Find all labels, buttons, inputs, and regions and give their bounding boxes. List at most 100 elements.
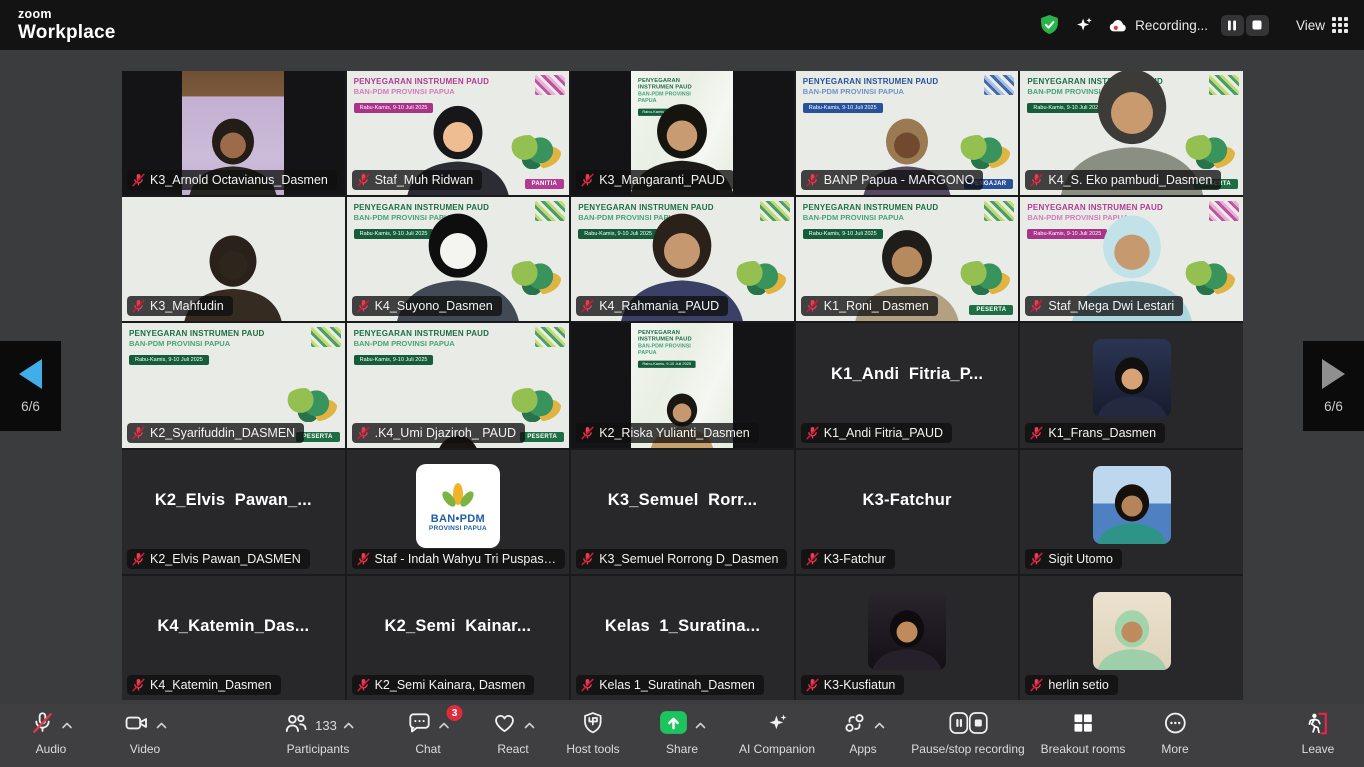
participant-tile[interactable]: K2_Semi Kainar... K2_Semi Kainara, Dasme… (347, 576, 570, 700)
stop-recording-button[interactable] (1246, 15, 1269, 36)
participant-tile[interactable]: K1_Frans_Dasmen (1020, 323, 1243, 447)
previous-page-button[interactable]: 6/6 (0, 341, 61, 431)
virtual-background-banner: PENYEGARAN INSTRUMEN PAUD BAN-PDM PROVIN… (803, 77, 939, 114)
participant-tile[interactable]: K1_Andi Fitria_P... K1_Andi Fitria_PAUD (796, 323, 1019, 447)
toolbar-share-button[interactable]: Share (658, 711, 706, 756)
participant-tile[interactable]: BAN•PDM PROVINSI PAPUA Staf - Indah Wahy… (347, 450, 570, 574)
toolbar-host-tools-button[interactable]: Host tools (566, 711, 619, 756)
zoom-workplace-logo: zoom Workplace (18, 8, 116, 42)
muted-mic-icon (1030, 552, 1043, 566)
participant-tile[interactable]: K4_Katemin_Das... K4_Katemin_Dasmen (122, 576, 345, 700)
chevron-up-icon[interactable] (874, 722, 885, 729)
toolbar-more-button[interactable]: More (1161, 711, 1188, 756)
participant-tile[interactable]: PENYEGARAN INSTRUMEN PAUD BAN-PDM PROVIN… (1020, 71, 1243, 195)
toolbar-video-button[interactable]: Video (123, 711, 167, 756)
chevron-up-icon[interactable] (156, 722, 167, 729)
participant-display-name: K3_Semuel Rorr... (571, 450, 794, 552)
muted-mic-icon (357, 552, 370, 566)
participant-name-pill: Staf - Indah Wahyu Tri Puspasari (352, 549, 566, 569)
chevron-up-icon[interactable] (695, 722, 706, 729)
participant-tile[interactable]: PENYEGARAN INSTRUMEN PAUD BAN-PDM PROVIN… (122, 323, 345, 447)
participant-silhouette (1093, 351, 1171, 417)
participant-tile[interactable]: PENYEGARAN INSTRUMEN PAUD BAN-PDM PROVIN… (571, 197, 794, 321)
muted-mic-icon (357, 678, 370, 692)
participant-name-label: .K4_Umi Djaziroh_ PAUD (375, 426, 516, 440)
participant-display-name: K2_Semi Kainar... (347, 576, 570, 678)
toolbar-pause-stop-recording-button[interactable]: Pause/stop recording (911, 711, 1024, 756)
participant-tile[interactable]: PENYEGARAN INSTRUMEN PAUD BAN-PDM PROVIN… (796, 197, 1019, 321)
toolbar-leave-button[interactable]: Leave (1302, 711, 1335, 756)
toolbar-apps-button[interactable]: Apps (841, 711, 885, 756)
papua-map-graphic (285, 388, 337, 422)
virtual-background-banner: PENYEGARAN INSTRUMEN PAUD BAN-PDM PROVIN… (354, 329, 490, 366)
participant-tile[interactable]: Sigit Utomo (1020, 450, 1243, 574)
participant-tile[interactable]: PENYEGARAN INSTRUMEN PAUD BAN-PDM PROVIN… (571, 323, 794, 447)
chevron-up-icon[interactable] (62, 722, 73, 729)
banner-corner-decoration (535, 327, 565, 347)
next-page-button[interactable]: 6/6 (1303, 341, 1364, 431)
logo-line2: PROVINSI PAPUA (429, 525, 487, 532)
participant-name-pill: K3_Mangaranti_PAUD (576, 170, 734, 190)
participant-tile[interactable]: PENYEGARAN INSTRUMEN PAUD BAN-PDM PROVIN… (347, 71, 570, 195)
toolbar-chat-button[interactable]: 3Chat (407, 711, 450, 756)
next-page-arrow-icon (1322, 359, 1345, 389)
toolbar-react-button[interactable]: React (491, 711, 535, 756)
participant-name-label: K2_Elvis Pawan_DASMEN (150, 552, 301, 566)
participant-name-label: herlin setio (1048, 678, 1108, 692)
chevron-up-icon[interactable] (524, 722, 535, 729)
participant-tile[interactable]: Kelas 1_Suratina... Kelas 1_Suratinah_Da… (571, 576, 794, 700)
participants-count: 133 (315, 718, 337, 733)
heart-icon (491, 710, 518, 741)
participant-tile[interactable]: PENYEGARAN INSTRUMEN PAUD BAN-PDM PROVIN… (796, 71, 1019, 195)
participant-name-pill: K3_Semuel Rorrong D_Dasmen (576, 549, 787, 569)
participant-name-label: Staf_Muh Ridwan (375, 173, 474, 187)
virtual-background-banner: PENYEGARAN INSTRUMEN PAUD BAN-PDM PROVIN… (129, 329, 265, 366)
toolbar-button-label: Participants (287, 742, 350, 756)
participant-tile[interactable]: K3_Arnold Octavianus_Dasmen (122, 71, 345, 195)
participant-name-label: K4_Suyono_Dasmen (375, 299, 493, 313)
participant-name-label: K3_Arnold Octavianus_Dasmen (150, 173, 328, 187)
participant-tile[interactable]: PENYEGARAN INSTRUMEN PAUD BAN-PDM PROVIN… (347, 197, 570, 321)
security-shield-icon[interactable] (1039, 14, 1060, 36)
participant-tile[interactable]: PENYEGARAN INSTRUMEN PAUD BAN-PDM PROVIN… (571, 71, 794, 195)
participant-name-label: K4_S. Eko pambudi_Dasmen (1048, 173, 1212, 187)
participant-name-pill: Kelas 1_Suratinah_Dasmen (576, 675, 764, 695)
participant-tile[interactable]: herlin setio (1020, 576, 1243, 700)
participant-tile[interactable]: K3_Semuel Rorr... K3_Semuel Rorrong D_Da… (571, 450, 794, 574)
participant-display-name: K1_Andi Fitria_P... (796, 323, 1019, 425)
participant-tile[interactable]: K3-Kusfiatun (796, 576, 1019, 700)
muted-mic-icon (132, 299, 145, 313)
toolbar-ai-companion-button[interactable]: AI Companion (739, 711, 815, 756)
virtual-background-banner: PENYEGARAN INSTRUMEN PAUD BAN-PDM PROVIN… (638, 329, 706, 369)
muted-mic-icon (581, 426, 594, 440)
leave-icon (1304, 710, 1332, 741)
muted-mic-icon (132, 552, 145, 566)
chevron-up-icon[interactable] (343, 722, 354, 729)
banner-corner-decoration (984, 75, 1014, 95)
participant-tile[interactable]: PENYEGARAN INSTRUMEN PAUD BAN-PDM PROVIN… (347, 323, 570, 447)
participant-name-label: Staf - Indah Wahyu Tri Puspasari (375, 552, 557, 566)
pause-recording-button[interactable] (1221, 15, 1244, 36)
participant-tile[interactable]: PENYEGARAN INSTRUMEN PAUD BAN-PDM PROVIN… (1020, 197, 1243, 321)
toolbar-participants-button[interactable]: 133 Participants (282, 711, 354, 756)
recording-cloud-icon (1108, 18, 1128, 33)
participant-name-label: Kelas 1_Suratinah_Dasmen (599, 678, 755, 692)
ai-companion-status-icon[interactable] (1073, 14, 1095, 36)
view-button[interactable]: View (1296, 17, 1348, 33)
mic-muted-icon (30, 710, 56, 741)
participant-name-pill: K2_Syarifuddin_DASMEN (127, 423, 304, 443)
muted-mic-icon (1030, 173, 1043, 187)
chevron-up-icon[interactable] (439, 722, 450, 729)
breakout-icon (1069, 710, 1096, 741)
participant-name-label: K1_Roni_ Dasmen (824, 299, 929, 313)
muted-mic-icon (806, 552, 819, 566)
participant-profile-photo (1093, 339, 1171, 417)
participant-tile[interactable]: K3-Fatchur K3-Fatchur (796, 450, 1019, 574)
banner-subtitle: BAN-PDM PROVINSI PAPUA (354, 87, 490, 96)
participant-tile[interactable]: K3_Mahfudin (122, 197, 345, 321)
toolbar-audio-button[interactable]: Audio (30, 711, 73, 756)
participant-profile-photo (1093, 592, 1171, 670)
participant-name-label: K4_Rahmania_PAUD (599, 299, 719, 313)
toolbar-breakout-rooms-button[interactable]: Breakout rooms (1041, 711, 1126, 756)
participant-tile[interactable]: K2_Elvis Pawan_... K2_Elvis Pawan_DASMEN (122, 450, 345, 574)
